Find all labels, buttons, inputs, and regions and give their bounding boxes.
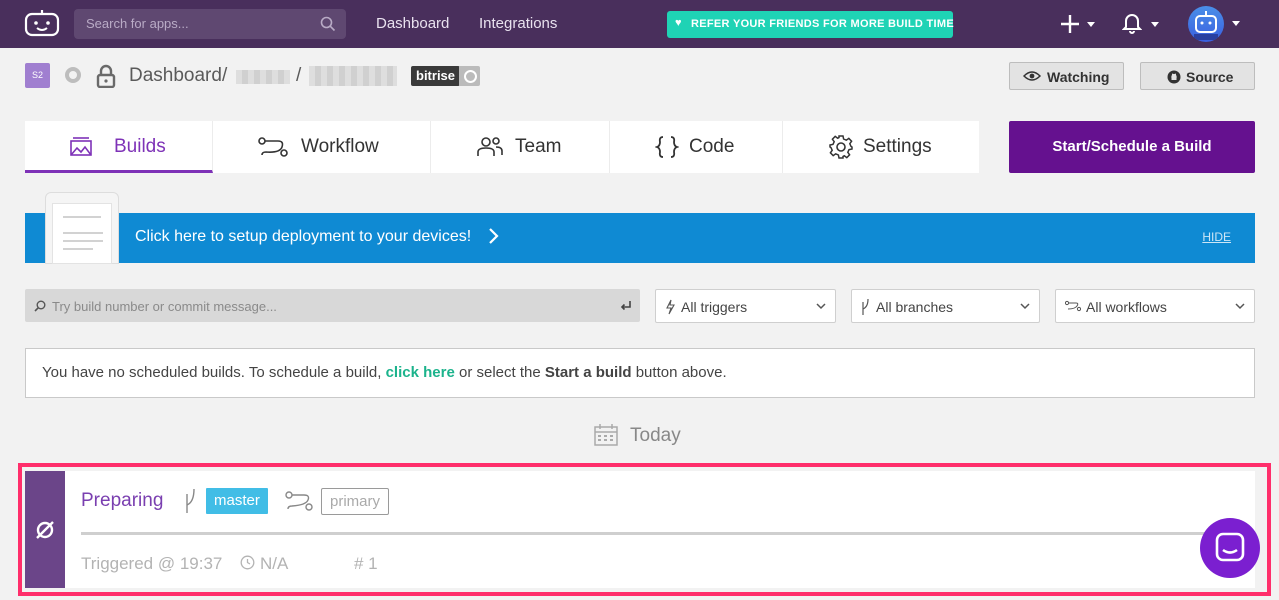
workflow-tag[interactable]: primary: [321, 488, 390, 515]
build-status-strip: [25, 471, 65, 588]
support-chat-button[interactable]: [1200, 518, 1260, 578]
build-number: # 1: [354, 554, 378, 573]
lock-icon: [96, 64, 116, 88]
watching-button[interactable]: Watching: [1009, 62, 1124, 90]
date-group-label: Today: [630, 425, 681, 446]
deployment-banner-text: Click here to setup deployment to your d…: [135, 228, 472, 245]
notice-suffix: button above.: [631, 364, 727, 381]
breadcrumb-separator: /: [296, 65, 302, 86]
nav-dashboard-link[interactable]: Dashboard: [376, 15, 449, 32]
app-search-input[interactable]: Search for apps...: [74, 9, 346, 39]
tab-settings[interactable]: Settings: [783, 121, 979, 173]
plus-icon: [1061, 15, 1079, 33]
tab-builds-label: Builds: [114, 136, 166, 157]
code-braces-icon: [655, 136, 679, 158]
enter-key-icon: [620, 301, 631, 311]
hide-banner-link[interactable]: HIDE: [1202, 230, 1231, 244]
tab-code[interactable]: Code: [610, 121, 783, 173]
tab-workflow-label: Workflow: [301, 136, 379, 157]
notice-bold: Start a build: [544, 364, 632, 381]
workflow-icon: [258, 137, 288, 157]
app-search-placeholder: Search for apps...: [86, 16, 189, 31]
device-illustration: [45, 192, 119, 264]
branches-dropdown-value: All branches: [876, 299, 954, 315]
calendar-icon: [594, 424, 618, 446]
workflows-dropdown[interactable]: All workflows: [1055, 289, 1255, 323]
tab-team[interactable]: Team: [431, 121, 610, 173]
lightning-icon: [666, 299, 675, 315]
schedule-click-here-link[interactable]: click here: [386, 364, 455, 381]
settings-gear-icon: [829, 135, 853, 159]
stack-toggle[interactable]: [459, 66, 480, 86]
build-search-placeholder: Try build number or commit message...: [52, 299, 277, 314]
workflows-dropdown-value: All workflows: [1086, 299, 1167, 315]
notice-middle: or select the: [454, 364, 545, 381]
source-button[interactable]: Source: [1140, 62, 1255, 90]
build-row[interactable]: Preparing master primary Triggered @ 19:…: [25, 471, 1255, 588]
nav-integrations-link[interactable]: Integrations: [479, 15, 557, 32]
chevron-down-icon: [1151, 22, 1159, 27]
heart-icon: ♥: [675, 17, 682, 29]
tab-settings-label: Settings: [863, 136, 932, 157]
app-tabs: Builds Workflow Team Code Settings: [25, 121, 979, 173]
clock-icon: [240, 555, 255, 570]
chevron-down-icon: [816, 303, 826, 310]
breadcrumb-dashboard-link[interactable]: Dashboard: [129, 65, 222, 87]
refer-friends-button[interactable]: ♥ REFER YOUR FRIENDS FOR MORE BUILD TIME: [667, 11, 954, 38]
account-chevron-down-icon[interactable]: [1232, 21, 1240, 26]
notice-text: You have no scheduled builds. To schedul…: [42, 364, 727, 381]
preparing-status-icon: [36, 521, 54, 539]
refer-text: REFER YOUR FRIENDS FOR: [691, 18, 851, 30]
search-icon: [320, 16, 336, 32]
team-icon: [477, 137, 503, 156]
status-indicator-icon: [65, 67, 81, 83]
build-triggered-time: Triggered @ 19:37: [81, 554, 223, 573]
search-icon: [34, 300, 46, 312]
branch-tag[interactable]: master: [206, 488, 268, 514]
tab-builds[interactable]: Builds: [25, 121, 213, 173]
deployment-banner[interactable]: Click here to setup deployment to your d…: [25, 213, 1255, 263]
triggers-dropdown[interactable]: All triggers: [655, 289, 836, 323]
eye-icon: [1023, 71, 1041, 81]
top-navigation-bar: Search for apps... Dashboard Integration…: [0, 0, 1279, 48]
app-avatar-badge: S2: [25, 63, 50, 88]
chevron-down-icon: [1020, 303, 1030, 310]
build-progress-bar: [81, 532, 1221, 535]
build-status-label: Preparing: [81, 490, 164, 511]
branch-icon: [186, 488, 195, 513]
stack-tag: bitrise: [411, 66, 461, 86]
scheduled-builds-notice: You have no scheduled builds. To schedul…: [25, 348, 1255, 398]
refer-emphasis: MORE BUILD TIME: [850, 18, 954, 30]
notice-prefix: You have no scheduled builds. To schedul…: [42, 364, 386, 381]
redacted-app-name[interactable]: [309, 66, 397, 86]
notifications-button[interactable]: [1122, 12, 1162, 38]
github-icon: [1167, 70, 1181, 84]
chevron-down-icon: [1087, 22, 1095, 27]
watching-label: Watching: [1047, 69, 1110, 85]
workflow-icon: [285, 491, 313, 511]
builds-icon: [70, 137, 92, 156]
tab-code-label: Code: [689, 136, 735, 157]
breadcrumb-separator: /: [222, 65, 228, 86]
start-schedule-build-button[interactable]: Start/Schedule a Build: [1009, 121, 1255, 173]
add-menu-button[interactable]: [1059, 10, 1099, 38]
chat-icon: [1215, 532, 1245, 562]
workflow-icon: [1065, 300, 1081, 312]
chevron-down-icon: [1235, 303, 1245, 310]
triggers-dropdown-value: All triggers: [681, 299, 748, 315]
date-group-header: Today: [594, 423, 714, 449]
build-search-input[interactable]: Try build number or commit message...: [25, 289, 640, 322]
branch-icon: [862, 298, 869, 315]
bell-icon: [1122, 14, 1142, 34]
branches-dropdown[interactable]: All branches: [851, 289, 1040, 323]
tab-workflow[interactable]: Workflow: [213, 121, 431, 173]
robot-avatar-icon: [1194, 11, 1218, 40]
bitrise-logo-icon[interactable]: [24, 9, 60, 37]
redacted-owner-name[interactable]: [236, 70, 290, 84]
source-label: Source: [1186, 69, 1234, 85]
user-avatar[interactable]: [1188, 6, 1224, 42]
build-duration: N/A: [260, 554, 289, 573]
tab-team-label: Team: [515, 136, 562, 157]
chevron-right-icon: [489, 228, 499, 244]
